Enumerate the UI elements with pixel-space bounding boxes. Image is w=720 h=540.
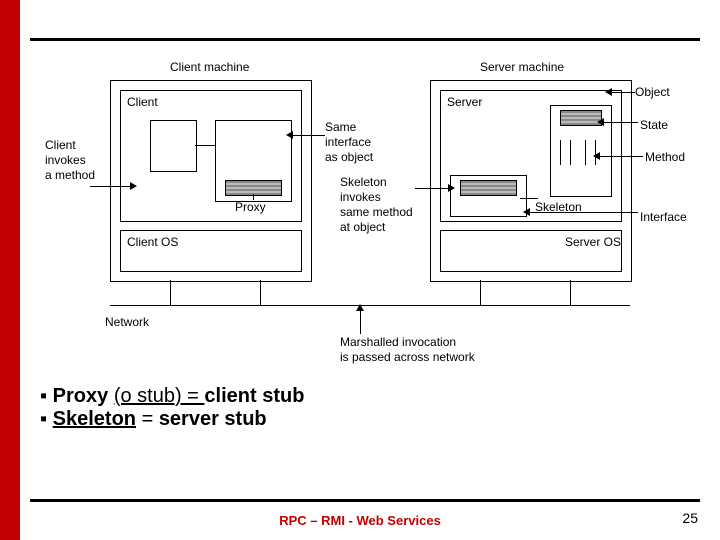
box-server-os: Server OS <box>440 230 622 272</box>
server-net-drop1 <box>480 280 481 305</box>
method-bar-3 <box>585 140 586 165</box>
box-client-os: Client OS <box>120 230 302 272</box>
top-divider <box>30 38 700 41</box>
method-arrow-shaft <box>598 156 643 157</box>
if-arrow-head <box>523 208 530 216</box>
method-bar-2 <box>570 140 571 165</box>
invokes-arrow-shaft <box>90 186 130 187</box>
skeleton-pointer <box>520 198 538 199</box>
invoke-line <box>195 145 215 146</box>
marshalled-shaft <box>360 310 361 334</box>
label-state: State <box>640 118 668 133</box>
bullet-1: Proxy (o stub) = client stub <box>40 385 680 408</box>
bullet-list: Proxy (o stub) = client stub Skeleton = … <box>40 385 680 431</box>
label-method: Method <box>645 150 685 165</box>
state-arrow-head <box>597 118 604 126</box>
method-bar-1 <box>560 140 561 165</box>
label-server-os: Server OS <box>447 235 627 250</box>
obj-arrow-shaft <box>610 92 635 93</box>
box-skeleton <box>460 180 517 196</box>
left-red-bar <box>0 0 20 540</box>
b2-rest: = <box>136 408 159 430</box>
bullet-2: Skeleton = server stub <box>40 408 680 431</box>
invokes-arrow-head <box>130 182 137 190</box>
client-net-drop2 <box>260 280 261 305</box>
invoke-src <box>150 120 197 172</box>
label-object: Object <box>635 85 670 100</box>
b2-bold: Skeleton <box>53 408 136 430</box>
server-net-drop2 <box>570 280 571 305</box>
box-object-state <box>560 110 602 126</box>
label-skeleton-invokes: Skeleton invokes same method at object <box>340 175 413 235</box>
proxy-pointer <box>253 194 254 200</box>
label-marshalled: Marshalled invocation is passed across n… <box>340 335 475 365</box>
same-if-arrow <box>286 131 293 139</box>
client-net-drop1 <box>170 280 171 305</box>
b1-bold: Proxy <box>53 385 114 407</box>
sk-inv-head <box>448 184 455 192</box>
b1-rest: (o stub) = <box>114 385 205 407</box>
label-client-machine: Client machine <box>170 60 249 75</box>
label-server-machine: Server machine <box>480 60 564 75</box>
state-arrow-shaft <box>602 122 638 123</box>
slide: Client machine Server machine Client Pro… <box>0 0 720 540</box>
label-server: Server <box>447 95 482 110</box>
network-line <box>110 305 630 306</box>
same-if-line <box>290 135 325 136</box>
obj-arrow-head <box>605 88 612 96</box>
label-proxy: Proxy <box>235 200 266 215</box>
label-client-os: Client OS <box>127 235 178 250</box>
if-arrow-shaft <box>528 212 638 213</box>
page-number: 25 <box>682 510 698 526</box>
label-interface: Interface <box>640 210 687 225</box>
label-same-interface: Same interface as object <box>325 120 373 165</box>
label-client: Client <box>127 95 158 110</box>
architecture-diagram: Client machine Server machine Client Pro… <box>50 60 690 370</box>
bottom-divider <box>30 499 700 502</box>
footer-text: RPC – RMI - Web Services <box>0 513 720 528</box>
label-client-invokes: Client invokes a method <box>45 138 95 183</box>
sk-inv-shaft <box>415 188 450 189</box>
b1-bold2: client stub <box>204 385 304 407</box>
b2-bold2: server stub <box>159 408 267 430</box>
marshalled-head <box>356 304 364 311</box>
label-network: Network <box>105 315 149 330</box>
method-arrow-head <box>593 152 600 160</box>
